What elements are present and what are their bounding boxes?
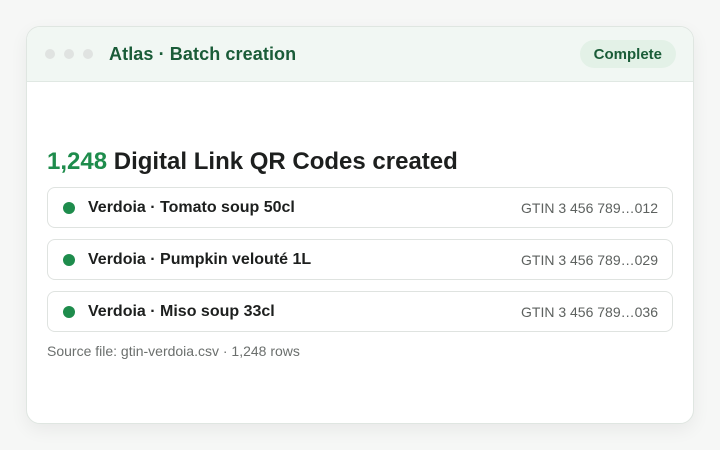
maximize-window-dot[interactable]: [83, 49, 93, 59]
status-dot-icon: [63, 253, 75, 266]
title-bar: Atlas · Batch creation Complete: [27, 27, 693, 82]
list-item[interactable]: Verdoia · Miso soup 33cl GTIN 3 456 789……: [47, 291, 673, 332]
created-items-list: Verdoia · Tomato soup 50cl GTIN 3 456 78…: [47, 187, 673, 332]
status-dot-icon: [63, 201, 75, 214]
status-dot-icon: [63, 305, 75, 318]
product-gtin: GTIN 3 456 789…036: [521, 303, 658, 320]
heading-text: Digital Link QR Codes created: [107, 148, 458, 175]
result-panel: 1,248 Digital Link QR Codes created Verd…: [47, 145, 673, 359]
product-label: Verdoia · Miso soup 33cl: [88, 302, 275, 320]
created-count: 1,248: [47, 148, 108, 175]
product-gtin: GTIN 3 456 789…012: [521, 199, 658, 216]
minimize-window-dot[interactable]: [64, 49, 74, 59]
batch-window: Atlas · Batch creation Complete 1,248 Di…: [26, 26, 694, 424]
status-badge: Complete: [579, 40, 676, 68]
product-label: Verdoia · Tomato soup 50cl: [88, 198, 295, 216]
list-item[interactable]: Verdoia · Tomato soup 50cl GTIN 3 456 78…: [47, 187, 673, 228]
list-item[interactable]: Verdoia · Pumpkin velouté 1L GTIN 3 456 …: [47, 239, 673, 280]
result-heading: 1,248 Digital Link QR Codes created: [47, 145, 673, 179]
window-controls: [45, 49, 93, 59]
product-label: Verdoia · Pumpkin velouté 1L: [88, 250, 312, 268]
source-file-info: Source file: gtin-verdoia.csv · 1,248 ro…: [47, 343, 300, 359]
product-gtin: GTIN 3 456 789…029: [521, 251, 658, 268]
window-title: Atlas · Batch creation: [109, 43, 297, 64]
close-window-dot[interactable]: [45, 49, 55, 59]
